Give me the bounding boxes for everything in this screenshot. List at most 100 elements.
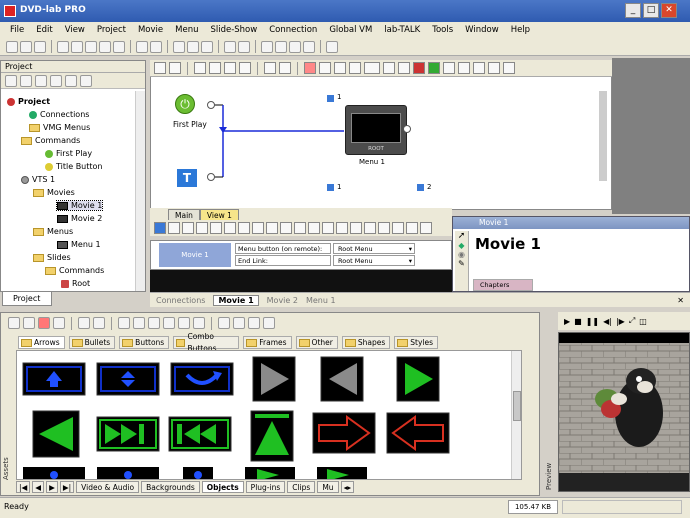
- arrow-up-blue-icon[interactable]: [22, 362, 86, 396]
- menu-link-icon[interactable]: [319, 62, 331, 74]
- tab-clips[interactable]: Clips: [287, 480, 316, 493]
- snap-icon[interactable]: [279, 62, 291, 74]
- tree-item-commands-2[interactable]: Commands: [45, 266, 104, 275]
- grid-toggle-icon[interactable]: [264, 62, 276, 74]
- burn-icon[interactable]: [238, 40, 250, 53]
- arrange-icon[interactable]: [224, 62, 236, 74]
- obj-tool-6-icon[interactable]: [193, 317, 205, 329]
- save-icon[interactable]: [34, 40, 46, 53]
- category-frames[interactable]: Frames: [243, 336, 292, 349]
- menu-movie[interactable]: Movie: [132, 25, 169, 35]
- new-icon[interactable]: [6, 40, 18, 53]
- first-play-node-icon[interactable]: ⏻: [175, 94, 195, 114]
- color-red-icon[interactable]: [413, 62, 425, 74]
- menu-global-vm[interactable]: Global VM: [323, 25, 378, 35]
- category-buttons[interactable]: Buttons: [119, 336, 170, 349]
- category-styles[interactable]: Styles: [394, 336, 438, 349]
- arrow-icon[interactable]: ➚: [455, 231, 468, 241]
- menu-file[interactable]: File: [4, 25, 30, 35]
- arrow-updown-blue-icon[interactable]: [96, 362, 160, 396]
- back-gray-icon[interactable]: [320, 356, 364, 402]
- obj-tool-3-icon[interactable]: [148, 317, 160, 329]
- first-play-connector[interactable]: [207, 101, 215, 109]
- tools-icon[interactable]: [201, 40, 213, 53]
- menu-connector[interactable]: [403, 125, 411, 133]
- category-combo-buttons[interactable]: Combo Buttons: [173, 332, 240, 353]
- tree-item-movie-2[interactable]: Movie 2: [57, 214, 102, 223]
- link-tool-1-icon[interactable]: [168, 222, 180, 234]
- obj-tool-9-icon[interactable]: [248, 317, 260, 329]
- link-tool-9-icon[interactable]: [280, 222, 292, 234]
- minimize-button[interactable]: _: [625, 3, 641, 18]
- fast-forward-green-icon[interactable]: [96, 416, 160, 452]
- chapters-tab[interactable]: Chapters: [473, 279, 533, 291]
- copy-icon[interactable]: [71, 40, 83, 53]
- menu-edit[interactable]: Edit: [30, 25, 58, 35]
- link-icon[interactable]: [194, 62, 206, 74]
- properties-icon[interactable]: [80, 75, 92, 87]
- obj-tool-5-icon[interactable]: [178, 317, 190, 329]
- pause-icon[interactable]: ❚❚: [586, 317, 599, 326]
- flag-3-icon[interactable]: [473, 62, 485, 74]
- color-green-icon[interactable]: [428, 62, 440, 74]
- obj-open-icon[interactable]: [23, 317, 35, 329]
- doc-tab-connections[interactable]: Connections: [156, 296, 205, 305]
- delete-link-icon[interactable]: [304, 62, 316, 74]
- link-button-name[interactable]: Movie 1: [159, 243, 231, 267]
- link-row-value[interactable]: Root Menu ▾: [333, 243, 415, 254]
- link-tool-12-icon[interactable]: [322, 222, 334, 234]
- tab-plug-ins[interactable]: Plug-ins: [245, 480, 286, 493]
- tree-item-movie-1[interactable]: Movie 1: [55, 200, 104, 211]
- category-shapes[interactable]: Shapes: [341, 336, 391, 349]
- link-tool-10-icon[interactable]: [294, 222, 306, 234]
- add-vts-icon[interactable]: [50, 75, 62, 87]
- tree-item-project[interactable]: Project: [7, 97, 50, 106]
- tab-view-1[interactable]: View 1: [199, 209, 239, 220]
- obj-tool-2-icon[interactable]: [133, 317, 145, 329]
- align-icon[interactable]: [187, 40, 199, 53]
- cut-icon[interactable]: [57, 40, 69, 53]
- doc-tab-movie-1[interactable]: Movie 1: [213, 294, 259, 306]
- tree-item-vmg-menus[interactable]: VMG Menus: [29, 123, 90, 132]
- zoom-out-icon[interactable]: [275, 40, 287, 53]
- nav-last-icon[interactable]: ▶|: [59, 480, 75, 493]
- menu-project[interactable]: Project: [91, 25, 132, 35]
- title-link-icon[interactable]: [334, 62, 346, 74]
- flag-icon[interactable]: [443, 62, 455, 74]
- pen-icon[interactable]: ✎: [455, 259, 468, 268]
- view-icon[interactable]: [154, 62, 166, 74]
- title-node-icon[interactable]: T: [177, 169, 197, 187]
- menu-tools[interactable]: Tools: [426, 25, 459, 35]
- preview-icon[interactable]: [303, 40, 315, 53]
- tree-item-title-button[interactable]: Title Button: [45, 162, 102, 171]
- doc-close-icon[interactable]: ✕: [677, 296, 684, 305]
- tree-item-connections[interactable]: Connections: [29, 110, 89, 119]
- tree-item-menu-1[interactable]: Menu 1: [57, 240, 101, 249]
- tree-item-commands[interactable]: Commands: [21, 136, 80, 145]
- unlink-icon[interactable]: [209, 62, 221, 74]
- partial-green-icon[interactable]: [245, 467, 295, 480]
- tree-item-menus[interactable]: Menus: [33, 227, 73, 236]
- flag-4-icon[interactable]: [488, 62, 500, 74]
- menu-view[interactable]: View: [59, 25, 91, 35]
- paste-icon[interactable]: [85, 40, 97, 53]
- obj-tool-8-icon[interactable]: [233, 317, 245, 329]
- chapter-link-icon[interactable]: [349, 62, 361, 74]
- movie-timeline-strip[interactable]: [150, 270, 452, 292]
- play-green-icon[interactable]: [396, 356, 440, 402]
- partial-blue-icon[interactable]: [23, 467, 85, 480]
- rect-icon[interactable]: [398, 62, 410, 74]
- link-tool-15-icon[interactable]: [364, 222, 376, 234]
- tabs-scroll-icon[interactable]: ◂▸: [340, 480, 355, 493]
- menu-connection[interactable]: Connection: [263, 25, 323, 35]
- close-button[interactable]: ✕: [661, 3, 677, 18]
- help-icon[interactable]: [326, 40, 338, 53]
- link-tool-13-icon[interactable]: [336, 222, 348, 234]
- category-other[interactable]: Other: [295, 336, 338, 349]
- back-green-icon[interactable]: [32, 410, 80, 458]
- pointer-icon[interactable]: [173, 40, 185, 53]
- snapshot-icon[interactable]: ◫: [639, 317, 647, 326]
- maximize-button[interactable]: □: [643, 3, 659, 18]
- obj-tool-1-icon[interactable]: [118, 317, 130, 329]
- menu-help[interactable]: Help: [505, 25, 536, 35]
